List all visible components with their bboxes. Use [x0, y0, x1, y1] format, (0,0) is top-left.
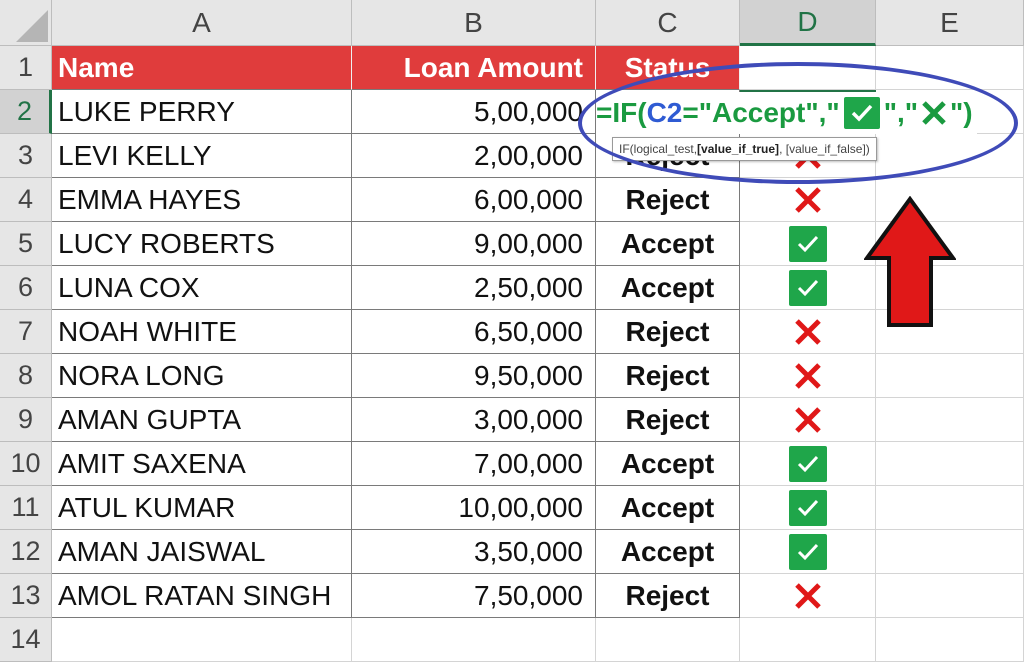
- loan-amount-cell[interactable]: 7,00,000: [352, 442, 596, 486]
- loan-amount-cell[interactable]: 10,00,000: [352, 486, 596, 530]
- status-cell[interactable]: Reject: [596, 178, 740, 222]
- column-header-d[interactable]: D: [740, 0, 876, 46]
- name-cell[interactable]: EMMA HAYES: [52, 178, 352, 222]
- result-cell[interactable]: [740, 398, 876, 442]
- result-cell[interactable]: [740, 442, 876, 486]
- check-mark-icon: [788, 533, 827, 570]
- header-cell-name[interactable]: Name: [52, 46, 352, 90]
- cell-e[interactable]: [876, 486, 1024, 530]
- name-cell[interactable]: AMOL RATAN SINGH: [52, 574, 352, 618]
- cross-mark-icon: [793, 185, 823, 215]
- result-cell[interactable]: [740, 178, 876, 222]
- up-arrow-icon: [864, 196, 956, 327]
- column-header-c[interactable]: C: [596, 0, 740, 46]
- row-header-6[interactable]: 6: [0, 266, 52, 310]
- cross-mark-icon: [793, 581, 823, 611]
- row-header-2[interactable]: 2: [0, 90, 52, 134]
- name-cell[interactable]: NOAH WHITE: [52, 310, 352, 354]
- result-cell[interactable]: [740, 222, 876, 266]
- name-cell[interactable]: LUKE PERRY: [52, 90, 352, 134]
- highlight-ellipse: [578, 62, 1018, 184]
- status-cell[interactable]: Accept: [596, 266, 740, 310]
- empty-cell[interactable]: [740, 618, 876, 662]
- empty-cell[interactable]: [352, 618, 596, 662]
- result-cell[interactable]: [740, 486, 876, 530]
- status-cell[interactable]: Accept: [596, 222, 740, 266]
- result-cell[interactable]: [740, 354, 876, 398]
- empty-cell[interactable]: [52, 618, 352, 662]
- result-cell[interactable]: [740, 266, 876, 310]
- name-cell[interactable]: LUCY ROBERTS: [52, 222, 352, 266]
- row-header-9[interactable]: 9: [0, 398, 52, 442]
- row-header-5[interactable]: 5: [0, 222, 52, 266]
- name-cell[interactable]: LEVI KELLY: [52, 134, 352, 178]
- cross-mark-icon: [793, 405, 823, 435]
- row-header-3[interactable]: 3: [0, 134, 52, 178]
- status-cell[interactable]: Reject: [596, 354, 740, 398]
- result-cell[interactable]: [740, 574, 876, 618]
- loan-amount-cell[interactable]: 5,00,000: [352, 90, 596, 134]
- name-cell[interactable]: NORA LONG: [52, 354, 352, 398]
- cell-e[interactable]: [876, 354, 1024, 398]
- check-mark-icon: [788, 489, 827, 526]
- row-header-7[interactable]: 7: [0, 310, 52, 354]
- row-header-8[interactable]: 8: [0, 354, 52, 398]
- row-header-14[interactable]: 14: [0, 618, 52, 662]
- status-cell[interactable]: Reject: [596, 574, 740, 618]
- select-all-corner[interactable]: [0, 0, 52, 46]
- row-header-1[interactable]: 1: [0, 46, 52, 90]
- row-header-10[interactable]: 10: [0, 442, 52, 486]
- name-cell[interactable]: AMAN GUPTA: [52, 398, 352, 442]
- loan-amount-cell[interactable]: 2,00,000: [352, 134, 596, 178]
- status-cell[interactable]: Accept: [596, 442, 740, 486]
- status-cell[interactable]: Reject: [596, 398, 740, 442]
- status-cell[interactable]: Reject: [596, 310, 740, 354]
- empty-cell[interactable]: [876, 618, 1024, 662]
- row-header-13[interactable]: 13: [0, 574, 52, 618]
- status-cell[interactable]: Accept: [596, 486, 740, 530]
- loan-amount-cell[interactable]: 6,00,000: [352, 178, 596, 222]
- loan-amount-cell[interactable]: 9,00,000: [352, 222, 596, 266]
- cell-e[interactable]: [876, 442, 1024, 486]
- cell-e[interactable]: [876, 398, 1024, 442]
- column-header-a[interactable]: A: [52, 0, 352, 46]
- name-cell[interactable]: AMAN JAISWAL: [52, 530, 352, 574]
- loan-amount-cell[interactable]: 2,50,000: [352, 266, 596, 310]
- result-cell[interactable]: [740, 310, 876, 354]
- cell-e[interactable]: [876, 574, 1024, 618]
- name-cell[interactable]: LUNA COX: [52, 266, 352, 310]
- row-header-12[interactable]: 12: [0, 530, 52, 574]
- loan-amount-cell[interactable]: 3,00,000: [352, 398, 596, 442]
- name-cell[interactable]: AMIT SAXENA: [52, 442, 352, 486]
- cross-mark-icon: [793, 361, 823, 391]
- column-header-b[interactable]: B: [352, 0, 596, 46]
- loan-amount-cell[interactable]: 3,50,000: [352, 530, 596, 574]
- column-header-e[interactable]: E: [876, 0, 1024, 46]
- check-mark-icon: [788, 445, 827, 482]
- loan-amount-cell[interactable]: 7,50,000: [352, 574, 596, 618]
- loan-amount-cell[interactable]: 9,50,000: [352, 354, 596, 398]
- header-cell-loan-amount[interactable]: Loan Amount: [352, 46, 596, 90]
- cross-mark-icon: [793, 317, 823, 347]
- check-mark-icon: [788, 269, 827, 306]
- result-cell[interactable]: [740, 530, 876, 574]
- status-cell[interactable]: Accept: [596, 530, 740, 574]
- check-mark-icon: [788, 225, 827, 262]
- name-cell[interactable]: ATUL KUMAR: [52, 486, 352, 530]
- row-header-11[interactable]: 11: [0, 486, 52, 530]
- row-header-4[interactable]: 4: [0, 178, 52, 222]
- cell-e[interactable]: [876, 530, 1024, 574]
- empty-cell[interactable]: [596, 618, 740, 662]
- loan-amount-cell[interactable]: 6,50,000: [352, 310, 596, 354]
